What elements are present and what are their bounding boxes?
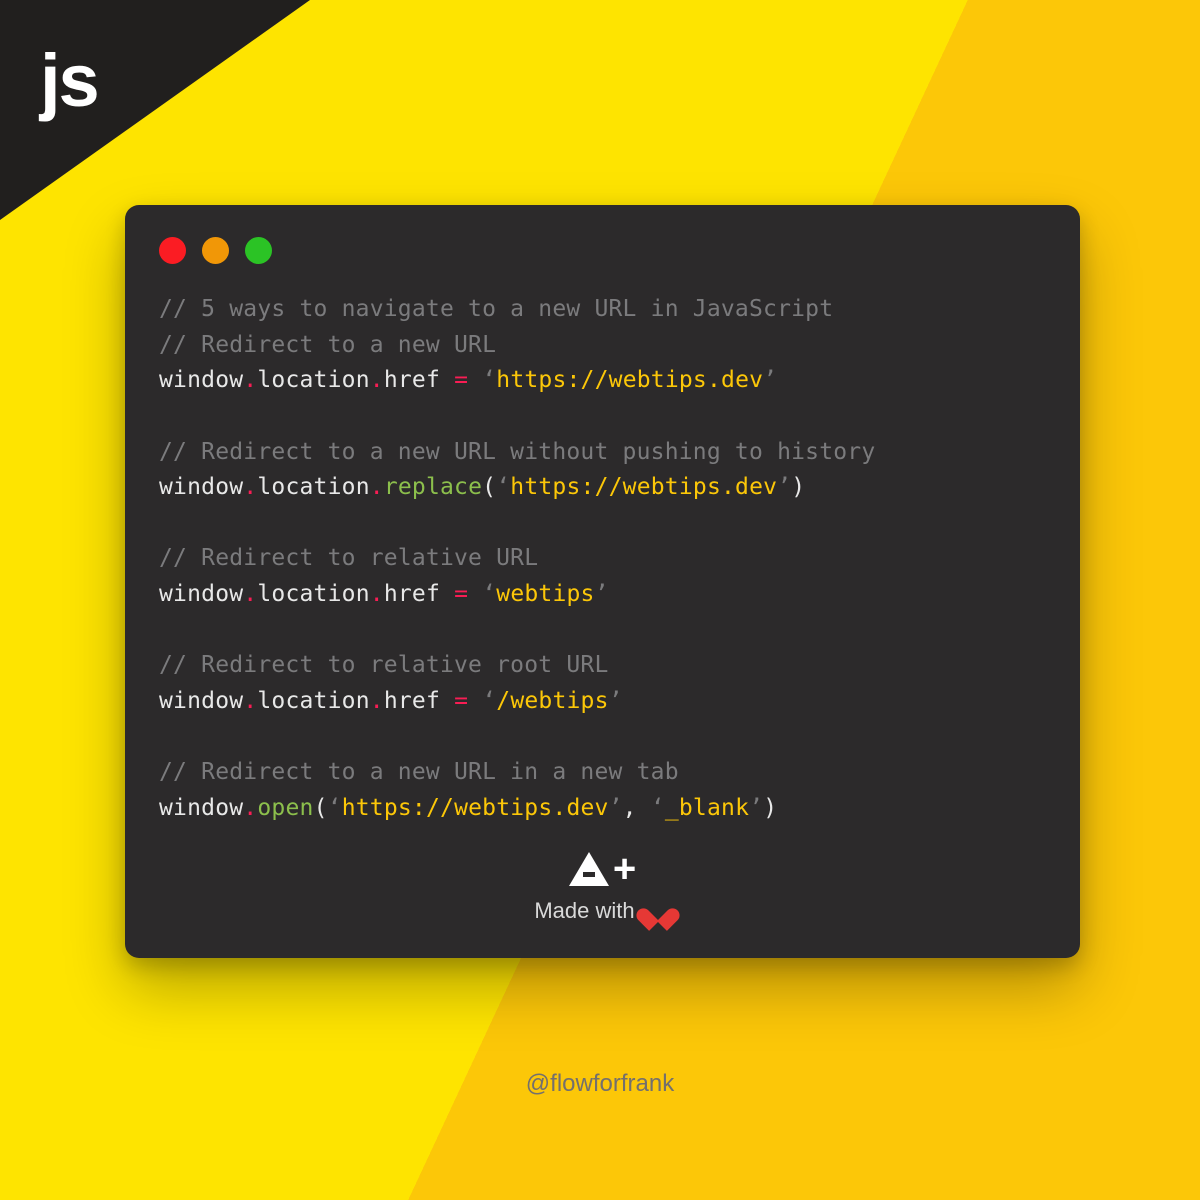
window-titlebar [159, 237, 1046, 264]
minimize-icon[interactable] [202, 237, 229, 264]
made-with-label: Made with [534, 898, 670, 924]
window-footer: + Made with [159, 847, 1046, 924]
code-window: // 5 ways to navigate to a new URL in Ja… [125, 205, 1080, 958]
aplus-triangle-icon [569, 852, 609, 886]
js-badge: js [40, 38, 98, 123]
aplus-logo: + [569, 847, 636, 892]
close-icon[interactable] [159, 237, 186, 264]
maximize-icon[interactable] [245, 237, 272, 264]
author-handle: @flowforfrank [0, 1070, 1200, 1098]
made-with-text: Made with [534, 898, 634, 924]
aplus-plus: + [613, 847, 636, 892]
code-block: // 5 ways to navigate to a new URL in Ja… [159, 292, 1046, 827]
heart-icon [645, 899, 671, 923]
